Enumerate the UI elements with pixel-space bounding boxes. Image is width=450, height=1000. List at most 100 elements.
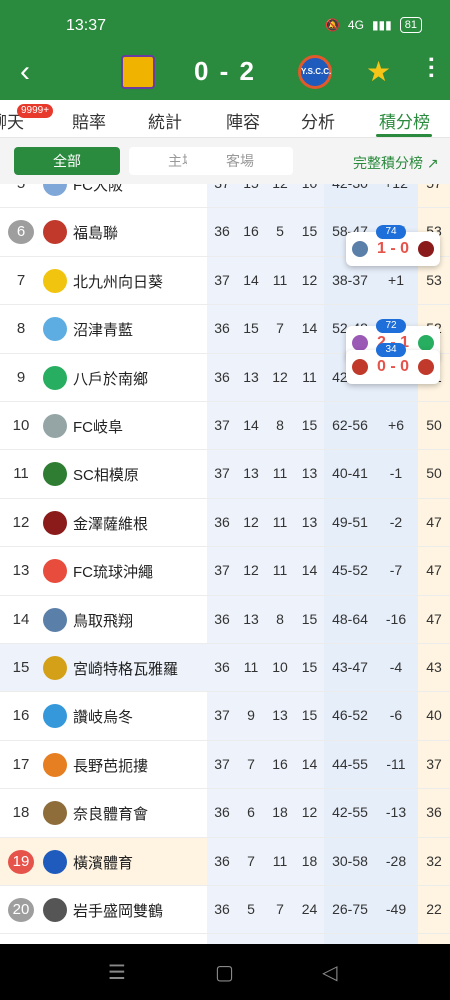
team-name: 讚岐烏冬 xyxy=(73,709,134,727)
filter-bar: 全部 主場 客場 完整積分榜 ↗ xyxy=(0,138,450,184)
live-minute-badge: 34 xyxy=(376,343,406,357)
team-logo-icon xyxy=(43,656,67,680)
played-cell: 36 xyxy=(214,659,230,675)
table-row[interactable]: 16 讚岐烏冬 37 9 13 15 46-52 -6 40 xyxy=(0,692,450,741)
goals-cell: 46-52 xyxy=(332,707,368,724)
wins-cell: 16 xyxy=(243,223,259,240)
rank-number: 11 xyxy=(13,465,29,483)
back-nav-icon[interactable]: ◁ xyxy=(322,960,337,985)
back-button[interactable]: ‹ xyxy=(10,56,40,92)
draws-cell: 13 xyxy=(272,707,288,724)
team-logo-icon xyxy=(43,849,67,874)
table-row[interactable]: 17 長野芭扼摟 37 7 16 14 44-55 -11 37 xyxy=(0,741,450,790)
standings-table: 5FC大阪3715121042-30+12576福島聯361651558-47+… xyxy=(0,184,450,944)
tab-standings[interactable]: 積分榜 xyxy=(379,108,430,133)
goal-diff-cell: +12 xyxy=(374,184,418,191)
played-cell: 37 xyxy=(214,562,230,579)
team-name: 金澤薩維根 xyxy=(73,515,149,533)
wins-cell: 5 xyxy=(247,901,255,917)
active-tab-indicator xyxy=(376,134,432,137)
team-name: 宮崎特格瓦雅羅 xyxy=(73,661,179,678)
table-row[interactable]: 20 岩手盛岡雙鶴 36 5 7 24 26-75 -49 22 xyxy=(0,886,450,935)
recent-apps-icon[interactable]: ☰ xyxy=(108,960,126,985)
home-team-logo[interactable] xyxy=(121,55,155,89)
tab-analysis[interactable]: 分析 xyxy=(301,108,335,133)
table-row[interactable]: 19 橫濱體育 36 7 11 18 30-58 -28 32 xyxy=(0,837,450,886)
filter-away-button[interactable]: 客場 xyxy=(187,147,293,175)
favorite-star-icon[interactable]: ★ xyxy=(366,56,391,88)
played-cell: 37 xyxy=(214,417,230,433)
away-team-logo[interactable]: Y.S.C.C. xyxy=(298,55,332,89)
full-standings-link[interactable]: 完整積分榜 ↗ xyxy=(353,153,439,173)
team-name: FC岐阜 xyxy=(73,419,123,436)
filter-all-button[interactable]: 全部 xyxy=(14,147,120,175)
played-cell: 37 xyxy=(207,184,237,191)
away-team-icon xyxy=(418,335,434,351)
draws-cell: 11 xyxy=(272,852,288,869)
live-minute-badge: 72 xyxy=(376,319,406,333)
live-score-popup[interactable]: 34 0 - 0 xyxy=(346,343,440,384)
team-logo-icon xyxy=(43,559,67,584)
rank-number: 16 xyxy=(12,707,30,725)
wins-cell: 13 xyxy=(243,610,259,627)
draws-cell: 12 xyxy=(272,368,288,385)
played-cell: 36 xyxy=(214,610,230,627)
live-score-popup[interactable]: 74 1 - 0 xyxy=(346,225,440,266)
signal-icon: ▮▮▮ xyxy=(371,18,392,32)
wins-cell: 12 xyxy=(243,562,259,579)
wins-cell: 7 xyxy=(247,755,255,772)
team-name: FC大阪 xyxy=(73,184,123,194)
points-cell: 32 xyxy=(426,852,442,869)
played-cell: 36 xyxy=(214,901,230,917)
table-row[interactable]: 15 宮崎特格瓦雅羅 36 11 10 15 43-47 -4 43 xyxy=(0,644,450,693)
losses-cell: 13 xyxy=(301,465,318,482)
team-logo-icon xyxy=(43,414,67,438)
wins-cell: 7 xyxy=(247,852,255,869)
goal-diff-cell: -6 xyxy=(389,707,403,724)
goals-cell: 45-52 xyxy=(332,562,368,579)
losses-cell: 11 xyxy=(302,368,317,385)
draws-cell: 8 xyxy=(276,610,284,627)
played-cell: 37 xyxy=(214,755,230,772)
team-logo-icon xyxy=(43,365,67,390)
wins-cell: 13 xyxy=(243,368,259,385)
table-row[interactable]: 18 奈良體育會 36 6 18 12 42-55 -13 36 xyxy=(0,789,450,838)
table-row[interactable]: 10 FC岐阜 37 14 8 15 62-56 +6 50 xyxy=(0,402,450,451)
team-logo-icon xyxy=(43,510,67,535)
tab-lineup[interactable]: 陣容 xyxy=(226,108,260,133)
losses-cell: 10 xyxy=(295,184,324,191)
draws-cell: 5 xyxy=(276,223,284,240)
draws-cell: 11 xyxy=(272,271,288,288)
wins-cell: 14 xyxy=(243,271,259,288)
team-logo-icon xyxy=(43,752,67,777)
played-cell: 36 xyxy=(214,852,230,869)
losses-cell: 12 xyxy=(301,271,318,288)
draws-cell: 12 xyxy=(265,184,295,191)
goals-cell: 42-55 xyxy=(332,804,368,821)
table-row[interactable]: 11 SC相模原 37 13 11 13 40-41 -1 50 xyxy=(0,450,450,499)
points-cell: 47 xyxy=(426,610,442,627)
losses-cell: 15 xyxy=(301,417,318,433)
tab-odds[interactable]: 賠率 xyxy=(72,108,106,133)
draws-cell: 8 xyxy=(276,417,284,433)
table-row[interactable]: 5 FC大阪 3715121042-30+1257 xyxy=(0,184,450,209)
goals-cell: 44-55 xyxy=(332,755,368,772)
played-cell: 36 xyxy=(214,368,230,385)
table-row[interactable]: 12 金澤薩維根 36 12 11 13 49-51 -2 47 xyxy=(0,499,450,548)
losses-cell: 18 xyxy=(301,852,318,869)
table-row[interactable]: 14 鳥取飛翔 36 13 8 15 48-64 -16 47 xyxy=(0,596,450,644)
more-options-icon[interactable]: ··· xyxy=(414,56,446,80)
points-cell: 37 xyxy=(426,755,442,772)
tab-stats[interactable]: 統計 xyxy=(148,108,182,133)
tab-chat[interactable]: 聊天 9999+ xyxy=(0,104,54,133)
home-icon[interactable]: ▢ xyxy=(215,960,234,985)
goal-diff-cell: +6 xyxy=(388,417,404,433)
draws-cell: 11 xyxy=(272,562,288,579)
rank-number: 18 xyxy=(12,804,30,822)
table-row[interactable]: 13 FC琉球沖繩 37 12 11 14 45-52 -7 47 xyxy=(0,547,450,596)
rank-number: 15 xyxy=(12,659,30,676)
losses-cell: 14 xyxy=(301,562,318,579)
points-cell: 47 xyxy=(426,562,442,579)
team-name: 福島聯 xyxy=(73,225,119,243)
rank-number: 19 xyxy=(8,849,34,874)
